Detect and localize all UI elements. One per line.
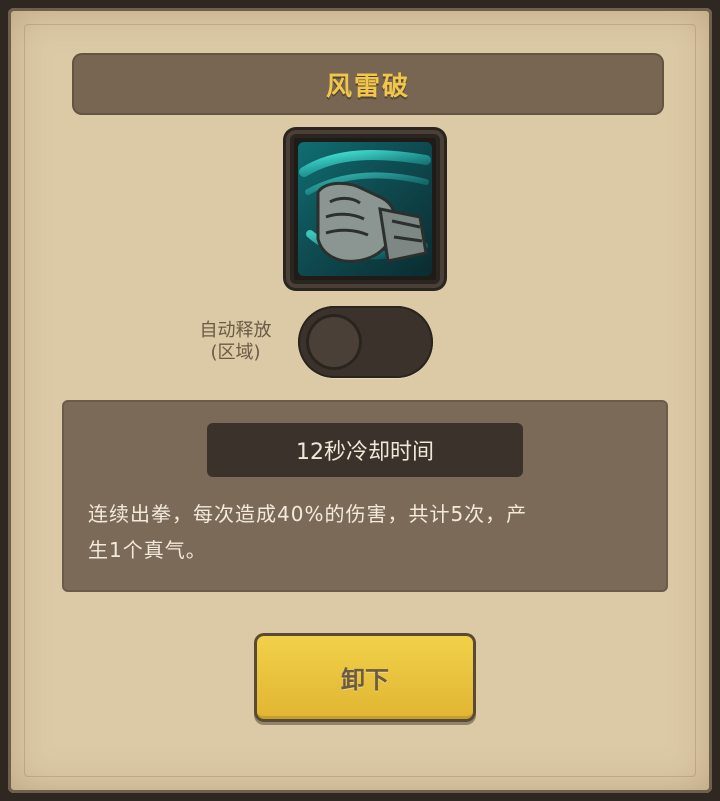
- skill-title: 风雷破: [325, 71, 410, 102]
- skill-dialog: 风雷破 自动释放 (区域) 12秒冷却时间 连续出拳，每次造成40%的伤害，共计…: [8, 8, 712, 793]
- skill-description-box: 12秒冷却时间 连续出拳，每次造成40%的伤害，共计5次，产 生1个真气。: [62, 400, 668, 592]
- toggle-knob[interactable]: [306, 314, 362, 370]
- auto-cast-label-group: 自动释放 (区域): [178, 320, 293, 364]
- unequip-button[interactable]: 卸下: [254, 633, 476, 722]
- game-window: 风雷破 自动释放 (区域) 12秒冷却时间 连续出拳，每次造成40%的伤害，共计…: [0, 0, 720, 801]
- skill-description: 连续出拳，每次造成40%的伤害，共计5次，产 生1个真气。: [88, 496, 642, 568]
- title-bar: 风雷破: [72, 53, 664, 115]
- auto-cast-sub-label: (区域): [210, 342, 261, 363]
- fist-icon: [298, 142, 432, 276]
- auto-cast-label: 自动释放: [199, 320, 272, 341]
- skill-description-line-2: 生1个真气。: [88, 538, 207, 562]
- skill-icon-frame: [286, 130, 444, 288]
- cooldown-badge: 12秒冷却时间: [207, 423, 523, 477]
- fist-icon-graphic: [299, 150, 431, 263]
- skill-description-line-1: 连续出拳，每次造成40%的伤害，共计5次，产: [88, 502, 528, 526]
- auto-cast-toggle[interactable]: [298, 306, 433, 378]
- unequip-button-label: 卸下: [341, 666, 389, 694]
